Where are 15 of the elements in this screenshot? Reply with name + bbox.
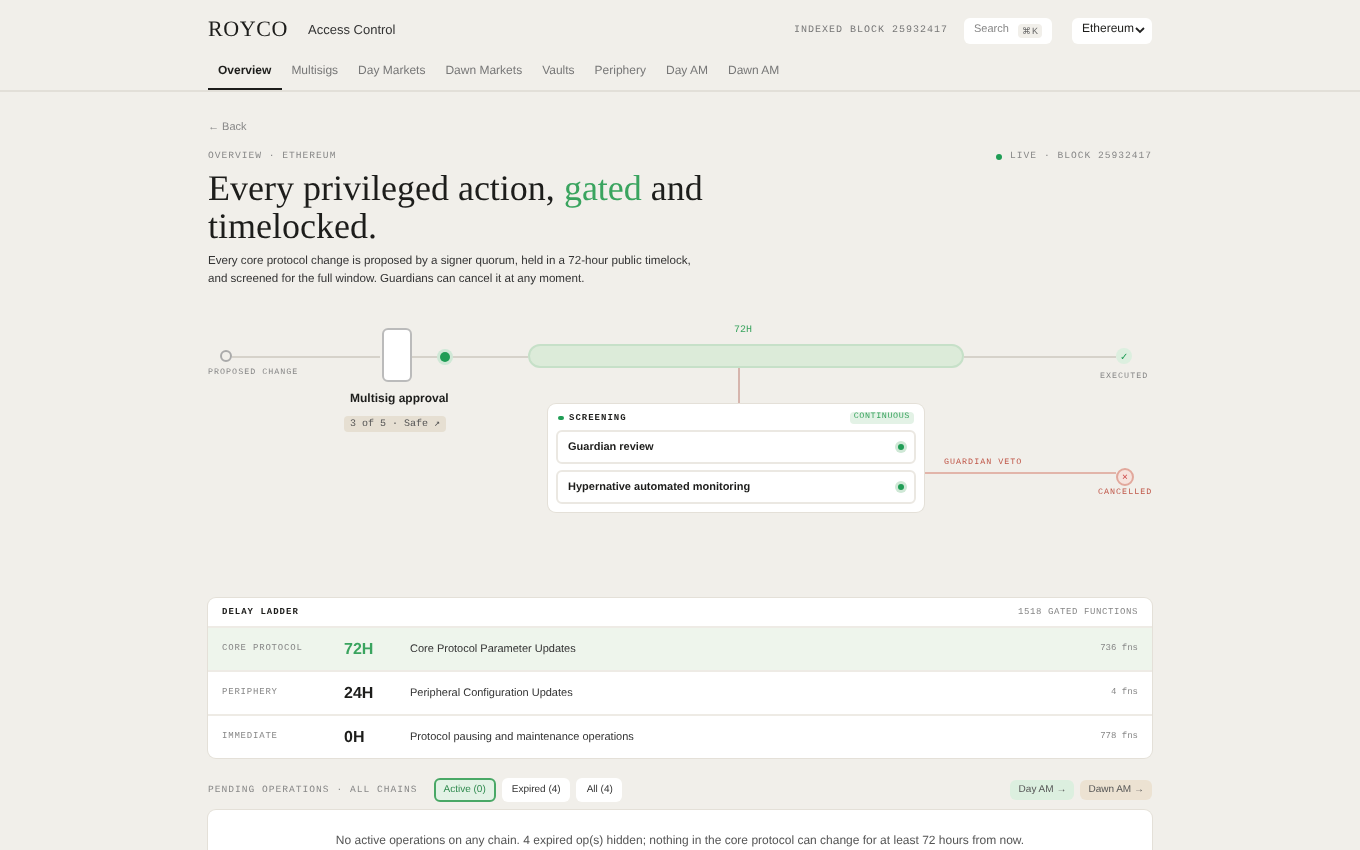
start-node [220, 350, 232, 362]
live-dot [996, 154, 1003, 160]
phone-icon [382, 328, 412, 382]
status-dot [898, 484, 904, 490]
connector-line [452, 356, 528, 358]
status-dot [558, 415, 563, 421]
delay-value: 72H [344, 640, 376, 658]
headline: Every privileged action, gated and timelocked. [208, 170, 705, 246]
logo: ROYCO [208, 18, 289, 42]
delay-value: 0H [344, 728, 367, 746]
approval-dot [440, 352, 450, 362]
delay-value: 24H [344, 684, 376, 702]
chevron-icon [1134, 24, 1146, 36]
status-dot [898, 444, 904, 450]
connector-line [738, 368, 740, 404]
